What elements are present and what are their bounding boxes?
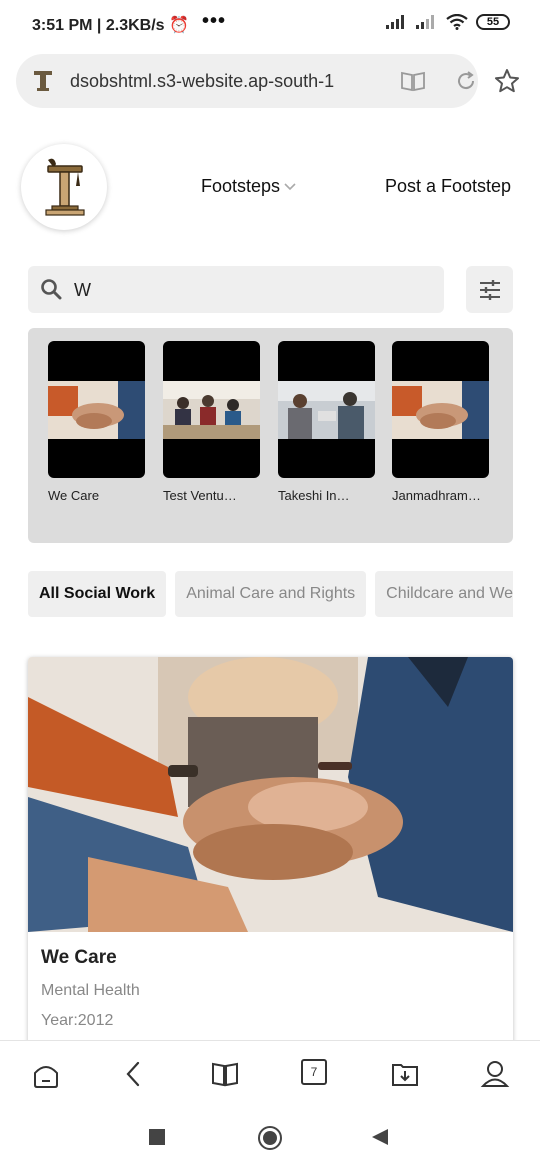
- signal-icon-2: [416, 15, 434, 29]
- hands-photo: [48, 381, 145, 439]
- lamp-logo-icon: [45, 158, 85, 216]
- suggestion-item[interactable]: We Care: [48, 341, 145, 503]
- filter-button[interactable]: [466, 266, 513, 313]
- back-nav-icon[interactable]: [371, 1128, 389, 1146]
- search-suggestions-panel: We Care Test Ventu… Takeshi In… Janmadhr…: [28, 328, 513, 543]
- suggestion-label: We Care: [48, 488, 100, 503]
- address-bar[interactable]: dsobshtml.s3-website.ap-south-1: [16, 54, 478, 108]
- search-icon: [41, 279, 62, 300]
- tab-count: 7: [301, 1059, 327, 1085]
- suggestion-item[interactable]: Takeshi In…: [278, 341, 375, 503]
- meeting-photo: [163, 381, 260, 439]
- chevron-down-icon: [284, 182, 296, 190]
- site-logo[interactable]: [21, 144, 107, 230]
- reload-icon[interactable]: [454, 69, 478, 93]
- card-title: We Care: [41, 947, 117, 968]
- alarm-icon: ⏰: [169, 17, 189, 34]
- downloads-icon[interactable]: [390, 1059, 420, 1089]
- home-nav-icon[interactable]: [257, 1125, 283, 1151]
- status-bar: 3:51 PM | 2.3KB/s ⏰ ••• 55: [0, 0, 540, 50]
- more-notifications-icon: •••: [202, 10, 227, 32]
- site-favicon-icon: [34, 71, 52, 91]
- chip-childcare[interactable]: Childcare and Welfare: [375, 571, 513, 617]
- suggestion-label: Test Ventu…: [163, 488, 237, 503]
- recents-icon[interactable]: [148, 1128, 166, 1146]
- card-category: Mental Health: [41, 982, 140, 999]
- suggestion-thumbnail: [48, 341, 145, 478]
- search-input[interactable]: [74, 276, 434, 304]
- system-nav-bar: [0, 1106, 540, 1170]
- url-text[interactable]: dsobshtml.s3-website.ap-south-1: [70, 71, 380, 92]
- status-time: 3:51 PM | 2.3KB/s ⏰: [32, 17, 189, 34]
- footstep-card[interactable]: We Care Mental Health Year:2012: [28, 657, 513, 1057]
- suggestion-thumbnail: [163, 341, 260, 478]
- tabs-button[interactable]: 7: [301, 1059, 331, 1089]
- category-chips: All Social Work Animal Care and Rights Chi…: [28, 571, 513, 617]
- hands-photo: [392, 381, 489, 439]
- browser-toolbar: 7: [0, 1040, 540, 1106]
- card-year: Year:2012: [41, 1012, 114, 1029]
- suggestion-label: Janmadhram…: [392, 488, 481, 503]
- chip-animal-care[interactable]: Animal Care and Rights: [175, 571, 367, 617]
- back-icon[interactable]: [119, 1059, 149, 1089]
- bookmark-star-icon[interactable]: [494, 68, 520, 94]
- battery-icon: 55: [476, 14, 510, 30]
- nav-footsteps-dropdown[interactable]: Footsteps: [201, 176, 296, 197]
- profile-icon[interactable]: [480, 1059, 510, 1089]
- card-image: [28, 657, 513, 932]
- sliders-icon: [479, 279, 500, 300]
- reader-mode-icon[interactable]: [400, 69, 426, 93]
- suggestion-label: Takeshi In…: [278, 488, 350, 503]
- chip-all-social-work[interactable]: All Social Work: [28, 571, 167, 617]
- nav-post-footstep[interactable]: Post a Footstep: [385, 176, 511, 197]
- search-box[interactable]: [28, 266, 444, 313]
- home-icon[interactable]: [31, 1059, 61, 1089]
- suggestion-item[interactable]: Test Ventu…: [163, 341, 260, 503]
- suggestion-thumbnail: [392, 341, 489, 478]
- wifi-icon: [446, 14, 468, 30]
- suggestion-thumbnail: [278, 341, 375, 478]
- bookmarks-icon[interactable]: [210, 1059, 240, 1089]
- office-photo: [278, 381, 375, 439]
- signal-icon: [386, 15, 404, 29]
- suggestion-item[interactable]: Janmadhram…: [392, 341, 489, 503]
